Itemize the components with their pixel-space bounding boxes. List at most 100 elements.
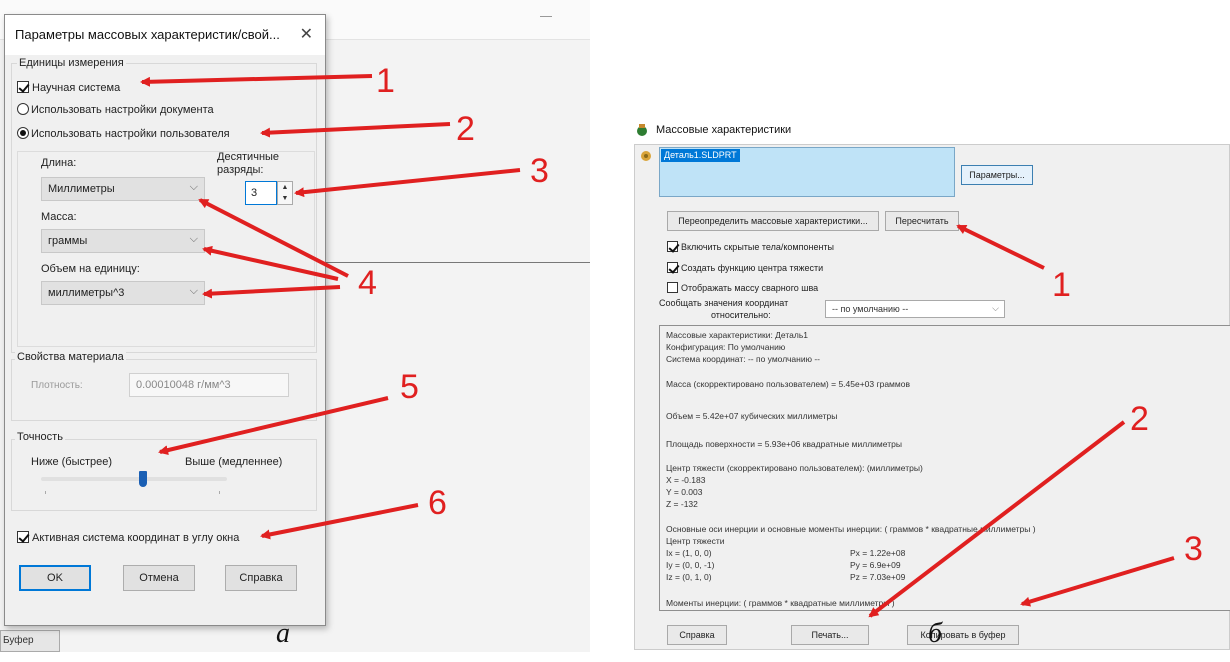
mass-label: Масса: [41, 211, 77, 223]
density-value: 0.00010048 г/мм^3 [136, 379, 231, 391]
use-user-settings-radio[interactable]: Использовать настройки пользователя [17, 127, 230, 140]
checkbox-checked-icon[interactable] [17, 81, 29, 93]
accuracy-group [11, 439, 317, 511]
lower-faster-label: Ниже (быстрее) [31, 456, 113, 468]
density-field: 0.00010048 г/мм^3 [129, 373, 289, 397]
create-cog-label: Создать функцию центра тяжести [681, 263, 824, 273]
use-document-label: Использовать настройки документа [31, 104, 214, 116]
part-icon [641, 151, 651, 161]
results-panel: Массовые характеристики: Деталь1 Конфигу… [659, 325, 1230, 611]
result-line: Iy = (0, 0, -1) [666, 560, 715, 570]
result-line: Масса (скорректировано пользователем) = … [666, 379, 910, 389]
ok-button[interactable]: OK [19, 565, 91, 591]
units-group-label: Единицы измерения [17, 57, 126, 69]
checkbox-checked-icon[interactable] [17, 531, 29, 543]
show-weld-mass-checkbox[interactable]: Отображать массу сварного шва [667, 282, 818, 293]
mass-properties-options-dialog: Параметры массовых характеристик/свой...… [4, 14, 326, 626]
result-line: Py = 6.9e+09 [850, 560, 901, 570]
mass-properties-app-icon [637, 124, 647, 136]
decimals-input[interactable]: 3 [245, 181, 277, 205]
cancel-button[interactable]: Отмена [123, 565, 195, 591]
decimals-label-line2: разряды: [217, 164, 264, 176]
length-label: Длина: [41, 157, 77, 169]
report-coord-label-line1: Сообщать значения координат [659, 298, 789, 308]
chevron-down-icon: ⌵ [992, 303, 999, 313]
chevron-down-icon: ⌵ [189, 233, 198, 245]
print-button[interactable]: Печать... [791, 625, 869, 645]
length-value: Миллиметры [48, 183, 115, 195]
volume-select[interactable]: миллиметры^3 ⌵ [41, 281, 205, 305]
result-line: Площадь поверхности = 5.93e+06 квадратны… [666, 439, 902, 449]
slider-tick [219, 491, 220, 494]
material-group-label: Свойства материала [15, 351, 126, 363]
result-line: Моменты инерции: ( граммов * квадратные … [666, 598, 895, 608]
caption-a: а [276, 618, 290, 649]
dialog-title: Параметры массовых характеристик/свой... [15, 27, 280, 42]
create-cog-checkbox[interactable]: Создать функцию центра тяжести [667, 262, 823, 273]
background-divider [320, 262, 590, 263]
recalculate-button[interactable]: Пересчитать [885, 211, 959, 231]
dialog-titlebar: Параметры массовых характеристик/свой...… [5, 15, 325, 55]
radio-icon[interactable] [17, 103, 29, 115]
result-line: Массовые характеристики: Деталь1 [666, 330, 809, 340]
active-cs-checkbox[interactable]: Активная система координат в углу окна [17, 531, 239, 544]
checkbox-icon[interactable] [667, 282, 678, 293]
result-line: Система координат: -- по умолчанию -- [666, 354, 820, 364]
radio-selected-icon[interactable] [17, 127, 29, 139]
override-mass-properties-button[interactable]: Переопределить массовые характеристики..… [667, 211, 879, 231]
accuracy-slider-thumb[interactable] [139, 471, 148, 487]
result-line: Iz = (0, 1, 0) [666, 572, 712, 582]
selected-item[interactable]: Деталь1.SLDPRT [661, 149, 740, 162]
coordinate-system-select[interactable]: -- по умолчанию -- ⌵ [825, 300, 1005, 318]
help-button[interactable]: Справка [225, 565, 297, 591]
chevron-down-icon: ⌵ [189, 181, 198, 193]
copy-to-clipboard-button[interactable]: Копировать в буфер [907, 625, 1019, 645]
decimals-value: 3 [251, 187, 258, 199]
decimals-spinner[interactable]: ▲ ▼ [277, 181, 293, 205]
result-line: Z = -132 [666, 499, 698, 509]
result-line: Основные оси инерции и основные моменты … [666, 524, 1036, 534]
include-hidden-checkbox[interactable]: Включить скрытые тела/компоненты [667, 241, 834, 252]
show-weld-label: Отображать массу сварного шва [681, 283, 819, 293]
density-label: Плотность: [31, 380, 83, 391]
scientific-system-checkbox[interactable]: Научная система [17, 81, 120, 94]
help-button[interactable]: Справка [667, 625, 727, 645]
higher-slower-label: Выше (медленнее) [185, 456, 283, 468]
result-line: Ix = (1, 0, 0) [666, 548, 712, 558]
result-line: Центр тяжести (скорректировано пользоват… [666, 463, 923, 473]
params-button[interactable]: Параметры... [961, 165, 1033, 185]
volume-label: Объем на единицу: [41, 263, 140, 275]
selection-list[interactable]: Деталь1.SLDPRT [659, 147, 955, 197]
result-line: Объем = 5.42e+07 кубических миллиметры [666, 411, 838, 421]
accuracy-slider-track[interactable] [41, 477, 227, 481]
volume-value: миллиметры^3 [48, 287, 125, 299]
use-document-settings-radio[interactable]: Использовать настройки документа [17, 103, 214, 116]
use-user-label: Использовать настройки пользователя [31, 128, 230, 140]
window-title: Массовые характеристики [656, 124, 792, 136]
slider-tick [45, 491, 46, 494]
coordinate-system-value: -- по умолчанию -- [832, 304, 909, 314]
result-line: Pz = 7.03e+09 [850, 572, 906, 582]
chevron-down-icon: ⌵ [189, 285, 198, 297]
decimals-label-line1: Десятичные [217, 151, 280, 163]
caption-b: б [928, 618, 943, 649]
length-select[interactable]: Миллиметры ⌵ [41, 177, 205, 201]
checkbox-checked-icon[interactable] [667, 262, 678, 273]
active-cs-label: Активная система координат в углу окна [32, 532, 240, 544]
scientific-system-label: Научная система [32, 82, 121, 94]
background-button[interactable]: Буфер [0, 630, 60, 652]
mass-properties-window: Массовые характеристики Деталь1.SLDPRT П… [630, 114, 1230, 654]
checkbox-checked-icon[interactable] [667, 241, 678, 252]
result-line: X = -0.183 [666, 475, 706, 485]
result-line: Px = 1.22e+08 [850, 548, 906, 558]
mass-select[interactable]: граммы ⌵ [41, 229, 205, 253]
result-line: Конфигурация: По умолчанию [666, 342, 786, 352]
result-line: Y = 0.003 [666, 487, 703, 497]
minimize-glyph [540, 16, 552, 17]
include-hidden-label: Включить скрытые тела/компоненты [681, 242, 835, 252]
result-line: Центр тяжести [666, 536, 725, 546]
mass-value: граммы [48, 235, 88, 247]
accuracy-group-label: Точность [15, 431, 65, 443]
window-content: Деталь1.SLDPRT Параметры... Переопредели… [634, 144, 1230, 650]
close-icon[interactable]: ✕ [300, 24, 313, 44]
